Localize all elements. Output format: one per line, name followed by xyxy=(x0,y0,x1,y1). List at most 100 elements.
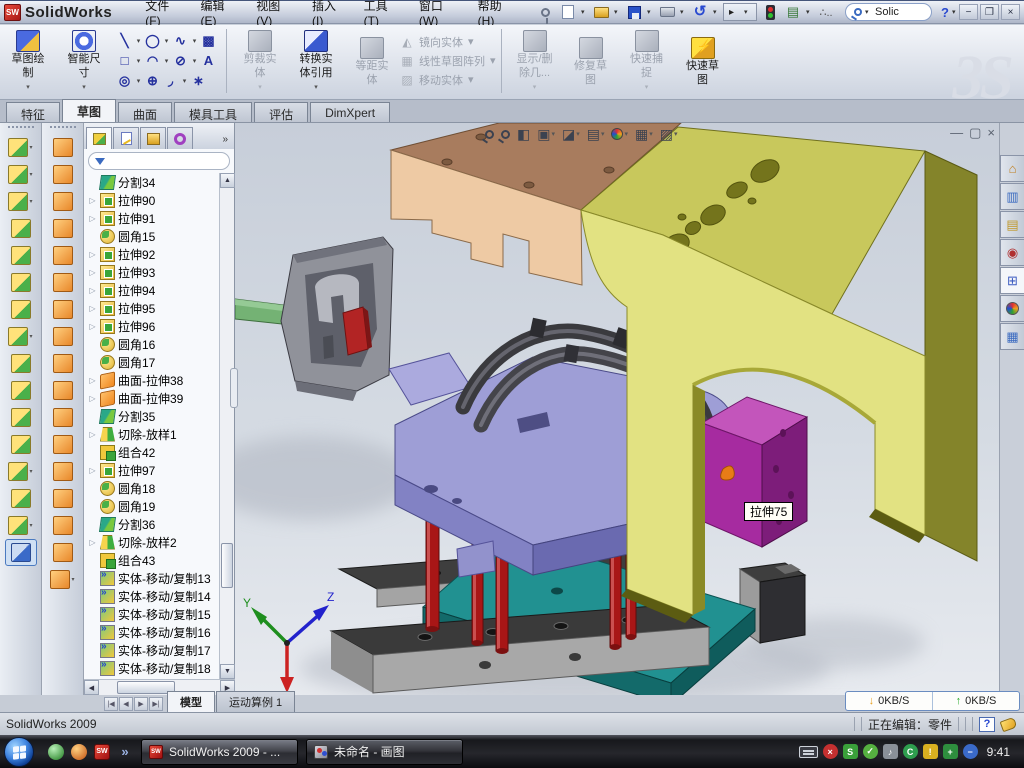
tree-item[interactable]: ▷拉伸93 xyxy=(84,263,220,281)
network-speed-widget[interactable]: ↓0KB/S ↑0KB/S xyxy=(845,691,1020,711)
tree-item[interactable]: 圆角19 xyxy=(84,497,220,515)
headsup-section-view-icon[interactable]: ◧ xyxy=(517,126,530,143)
undo-icon[interactable]: ↺ xyxy=(690,3,710,21)
tray-security-alert-icon[interactable]: × xyxy=(823,744,838,759)
dropdown-icon[interactable]: ▾ xyxy=(26,81,30,94)
tool-planar-surface[interactable] xyxy=(47,296,79,323)
taskbar-button-paint[interactable]: 未命名 - 画图 xyxy=(306,739,463,765)
sketch-entity-icon[interactable]: ∗ xyxy=(190,72,207,89)
tool-hole-wizard[interactable] xyxy=(5,296,37,323)
tool-split[interactable] xyxy=(5,377,37,404)
sketch-entity-icon[interactable]: ⊕ xyxy=(144,72,161,89)
sketch-entity-icon[interactable]: A xyxy=(200,52,217,69)
tool-linear-pattern[interactable]: ▾ xyxy=(5,323,37,350)
nav-|◀[interactable]: |◀ xyxy=(104,697,118,711)
tab-特征[interactable]: 特征 xyxy=(6,102,60,122)
print-icon[interactable] xyxy=(657,3,677,21)
quicklaunch-messenger-icon[interactable] xyxy=(48,744,64,760)
tree-item[interactable]: ▷拉伸90 xyxy=(84,191,220,209)
dropdown-icon[interactable]: ▾ xyxy=(29,468,32,475)
quicklaunch-media-player-icon[interactable] xyxy=(71,744,87,760)
ime-icon[interactable]: ∴.. xyxy=(816,3,836,21)
minimize-button[interactable]: − xyxy=(959,4,978,20)
tool-extend-surface[interactable] xyxy=(47,404,79,431)
taskpane-tab-view-palette[interactable]: ⊞ xyxy=(1000,267,1024,294)
tree-vertical-scrollbar[interactable]: ▲ ▼ xyxy=(219,173,234,679)
headsup-zoom-to-area-icon[interactable] xyxy=(501,130,510,139)
dropdown-icon[interactable]: ▾ xyxy=(82,81,86,94)
tree-item[interactable]: 圆角16 xyxy=(84,335,220,353)
toolbar-grip[interactable] xyxy=(50,126,76,130)
tool-draft[interactable] xyxy=(5,269,37,296)
tool-extruded-cut[interactable]: ▾ xyxy=(5,161,37,188)
dropdown-icon[interactable]: ▾ xyxy=(576,130,580,138)
expand-icon[interactable]: ▷ xyxy=(88,286,97,295)
start-button[interactable] xyxy=(4,737,34,767)
tool-trim-surface[interactable] xyxy=(47,431,79,458)
dropdown-icon[interactable]: ▾ xyxy=(180,77,189,85)
panel-splitter[interactable] xyxy=(230,368,238,408)
tool-combine[interactable] xyxy=(5,404,37,431)
taskpane-tab-search-results[interactable]: ◉ xyxy=(1000,239,1024,266)
tray-sync-status-icon[interactable]: − xyxy=(963,744,978,759)
headsup-display-style-icon[interactable]: ◪▾ xyxy=(562,126,580,143)
options-icon[interactable]: ▤ xyxy=(783,3,803,21)
dropdown-icon[interactable]: ▾ xyxy=(190,37,199,45)
tag-icon[interactable] xyxy=(1000,716,1018,731)
sketch-entity-icon[interactable]: ▩ xyxy=(200,32,217,49)
rebuild-icon[interactable] xyxy=(760,3,780,21)
sketch-entity-icon[interactable]: ◎ xyxy=(116,72,133,89)
scroll-down-icon[interactable]: ▼ xyxy=(220,664,235,679)
dropdown-icon[interactable]: ▾ xyxy=(551,130,555,138)
tool-revolved-surface[interactable] xyxy=(47,161,79,188)
taskpane-tab-appearances-scenes[interactable] xyxy=(1000,295,1024,322)
expand-icon[interactable]: ▷ xyxy=(88,322,97,331)
tool-extruded-surface[interactable] xyxy=(47,134,79,161)
toolbar-button-convert-entities[interactable]: 转换实体引用▾ xyxy=(288,25,344,96)
panel-tab-featuremanager-tree[interactable] xyxy=(86,127,112,149)
sketch-entity-icon[interactable]: ◞ xyxy=(162,72,179,89)
tray-antivirus-shield-icon[interactable]: S xyxy=(843,744,858,759)
tree-item[interactable]: 分割35 xyxy=(84,407,220,425)
tree-item[interactable]: ▷拉伸94 xyxy=(84,281,220,299)
doc-tab-运动算例 1[interactable]: 运动算例 1 xyxy=(216,691,295,712)
tool-curve-helix[interactable]: ▾ xyxy=(5,512,37,539)
dropdown-icon[interactable]: ▾ xyxy=(29,144,32,151)
panel-tab-dimxpertmanager[interactable] xyxy=(167,127,193,149)
dropdown-icon[interactable]: ▾ xyxy=(624,130,628,138)
tool-swept-surface[interactable] xyxy=(47,188,79,215)
scroll-thumb[interactable] xyxy=(221,543,233,588)
dropdown-icon[interactable]: ▾ xyxy=(29,522,32,529)
close-button[interactable]: × xyxy=(1001,4,1020,20)
tool-delete-face[interactable] xyxy=(47,350,79,377)
tool-fillet[interactable]: ▾ xyxy=(5,188,37,215)
tree-item[interactable]: ▷曲面-拉伸38 xyxy=(84,371,220,389)
tree-item[interactable]: ▷拉伸97 xyxy=(84,461,220,479)
quicklaunch-expand-quick-launch-icon[interactable]: » xyxy=(117,744,133,760)
headsup-apply-scene-icon[interactable]: ▦▾ xyxy=(635,126,653,143)
tool-filled-surface[interactable] xyxy=(47,269,79,296)
dropdown-icon[interactable]: ▾ xyxy=(190,57,199,65)
open-icon[interactable] xyxy=(591,3,611,21)
sketch-entity-icon[interactable]: ╲ xyxy=(116,32,133,49)
expand-icon[interactable]: ▷ xyxy=(88,214,97,223)
tree-item[interactable]: 实体-移动/复制13 xyxy=(84,569,220,587)
tab-草图[interactable]: 草图 xyxy=(62,99,116,122)
tool-boundary-surface[interactable] xyxy=(47,242,79,269)
expand-icon[interactable]: ▷ xyxy=(88,538,97,547)
toolbar-button-sketch[interactable]: 草图绘制▾ xyxy=(0,25,56,96)
tree-item[interactable]: 实体-移动/复制15 xyxy=(84,605,220,623)
panel-tab-configurationmanager[interactable] xyxy=(140,127,166,149)
doc-restore-button[interactable]: ▢ xyxy=(969,125,981,141)
tree-item[interactable]: 组合43 xyxy=(84,551,220,569)
dropdown-icon[interactable]: ▾ xyxy=(29,198,32,205)
nav-▶|[interactable]: ▶| xyxy=(149,697,163,711)
nav-◀[interactable]: ◀ xyxy=(119,697,133,711)
dropdown-icon[interactable]: ▾ xyxy=(134,37,143,45)
tree-item[interactable]: ▷拉伸96 xyxy=(84,317,220,335)
tree-item[interactable]: 圆角17 xyxy=(84,353,220,371)
tab-模具工具[interactable]: 模具工具 xyxy=(174,102,252,122)
search-input[interactable] xyxy=(875,6,923,18)
tree-item[interactable]: ▷切除-放样2 xyxy=(84,533,220,551)
dropdown-icon[interactable]: ▾ xyxy=(674,130,678,138)
